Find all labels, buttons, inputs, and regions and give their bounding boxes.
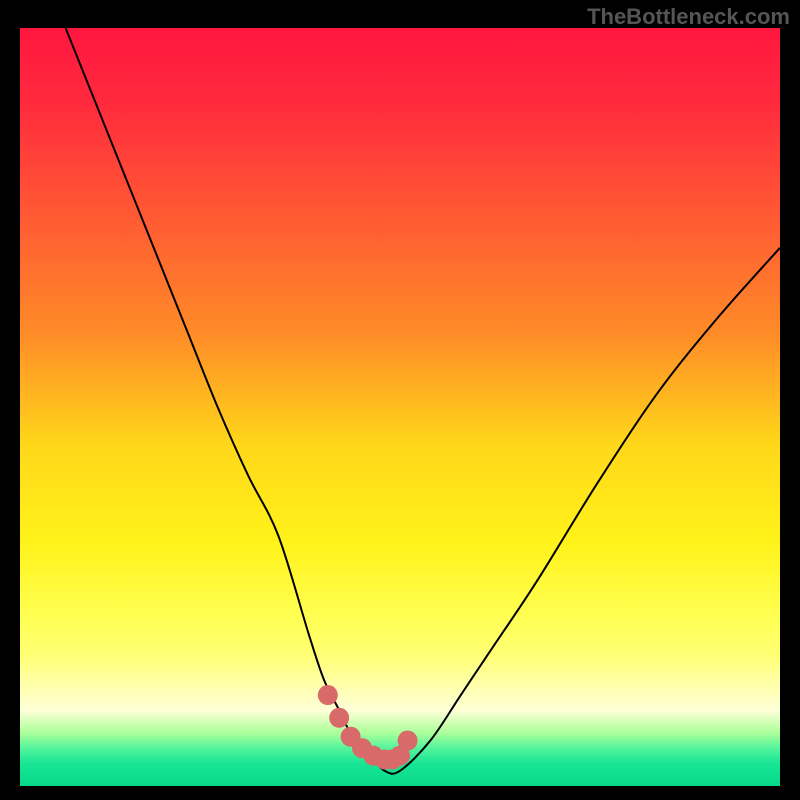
chart-svg xyxy=(20,28,780,786)
threshold-marker xyxy=(329,708,349,728)
threshold-marker xyxy=(398,731,418,751)
bottleneck-curve xyxy=(66,28,780,774)
threshold-marker xyxy=(318,685,338,705)
threshold-markers xyxy=(318,685,418,769)
chart-frame: TheBottleneck.com xyxy=(0,0,800,800)
plot-area xyxy=(20,28,780,786)
watermark-text: TheBottleneck.com xyxy=(587,4,790,30)
